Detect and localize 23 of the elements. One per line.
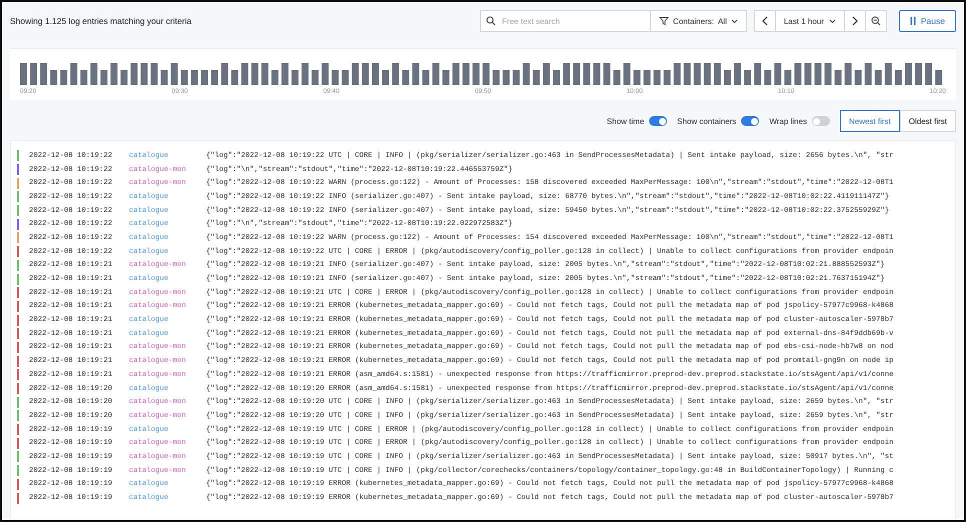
chevron-right-icon — [852, 16, 858, 26]
filter-icon — [659, 16, 670, 26]
time-range-dropdown[interactable]: Last 1 hour — [774, 10, 845, 32]
toggle-label: Show containers — [677, 116, 736, 126]
previous-button[interactable] — [754, 10, 776, 32]
toggle-label: Wrap lines — [769, 116, 807, 126]
containers-dropdown[interactable]: Containers: All — [650, 10, 747, 32]
search-field[interactable]: Free text search — [480, 10, 650, 32]
toggle-switch[interactable] — [741, 116, 760, 126]
sort-tab[interactable]: Newest first — [840, 110, 900, 132]
zoom-out-icon — [870, 16, 881, 26]
toggle-switch[interactable] — [812, 116, 830, 126]
log-count-summary: Showing 1.125 log entries matching your criteria — [10, 16, 192, 26]
caret-icon — [828, 18, 836, 24]
chevron-left-icon — [762, 16, 768, 26]
toggle-switch[interactable] — [649, 116, 668, 126]
pause-icon — [910, 17, 916, 25]
toggle-label: Show time — [606, 116, 644, 126]
pause-button[interactable]: Pause — [898, 10, 956, 32]
sort-tab[interactable]: Oldest first — [900, 110, 956, 132]
zoom-out-button[interactable] — [864, 10, 887, 32]
next-button[interactable] — [844, 10, 866, 32]
caret-icon — [730, 18, 738, 24]
